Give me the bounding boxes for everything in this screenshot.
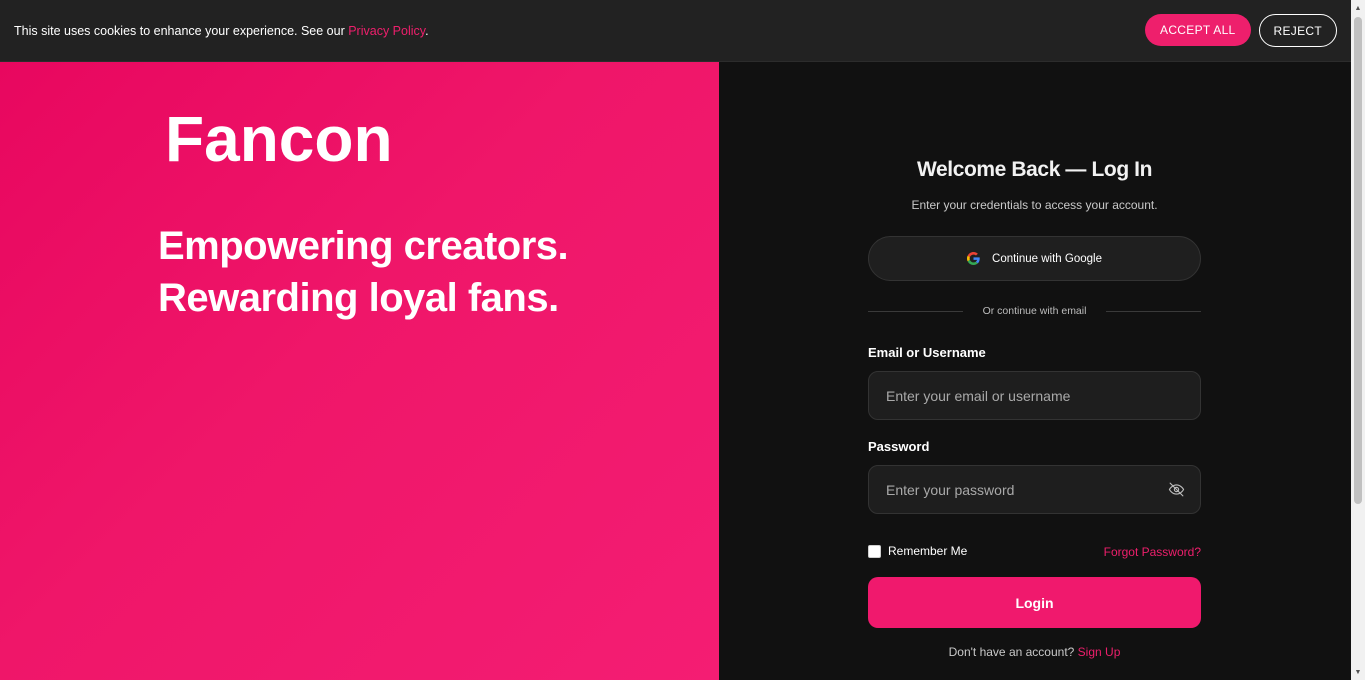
email-input[interactable] [884,386,1185,405]
google-login-label: Continue with Google [992,252,1102,265]
hero-panel: Fancon Empowering creators. Rewarding lo… [0,62,719,680]
signup-link[interactable]: Sign Up [1078,645,1121,659]
password-field-container [868,465,1201,514]
divider-line-right [1106,310,1202,312]
google-icon [967,252,980,265]
email-field-container [868,371,1201,420]
forgot-password-link[interactable]: Forgot Password? [1104,545,1201,559]
google-login-button[interactable]: Continue with Google [868,236,1201,281]
scroll-down-arrow-icon[interactable]: ▼ [1351,664,1365,680]
login-subtitle: Enter your credentials to access your ac… [911,198,1158,212]
brand-logo-text: Fancon [165,103,393,175]
login-title: Welcome Back — Log In [916,158,1153,181]
login-panel: Welcome Back — Log In Enter your credent… [719,62,1351,680]
password-label: Password [868,439,930,454]
cookie-message: This site uses cookies to enhance your e… [14,24,429,38]
signup-prompt: Don't have an account? Sign Up [868,645,1201,659]
login-button[interactable]: Login [868,577,1201,628]
cookie-actions: ACCEPT ALL REJECT [1145,14,1337,47]
scroll-up-arrow-icon[interactable]: ▲ [1351,0,1365,16]
hero-tagline: Empowering creators. Rewarding loyal fan… [158,224,569,320]
password-input[interactable] [884,480,1168,499]
email-label: Email or Username [868,345,986,360]
scrollbar-thumb[interactable] [1354,17,1362,504]
cookie-message-text: This site uses cookies to enhance your e… [14,23,349,38]
remember-me-checkbox[interactable] [868,544,881,558]
remember-me: Remember Me [868,544,967,558]
cookie-message-period: . [425,23,429,38]
divider-line-left [868,310,963,312]
signup-prompt-text: Don't have an account? [948,645,1075,659]
divider-text: Or continue with email [982,305,1087,317]
privacy-policy-link[interactable]: Privacy Policy [348,24,425,38]
accept-all-button[interactable]: ACCEPT ALL [1145,14,1251,46]
remember-me-label: Remember Me [888,544,968,558]
cookie-banner: This site uses cookies to enhance your e… [0,0,1351,62]
page-scrollbar[interactable]: ▲ ▼ [1351,0,1365,680]
reject-button[interactable]: REJECT [1258,14,1337,47]
email-divider: Or continue with email [868,303,1202,319]
eye-off-icon[interactable] [1168,481,1185,498]
